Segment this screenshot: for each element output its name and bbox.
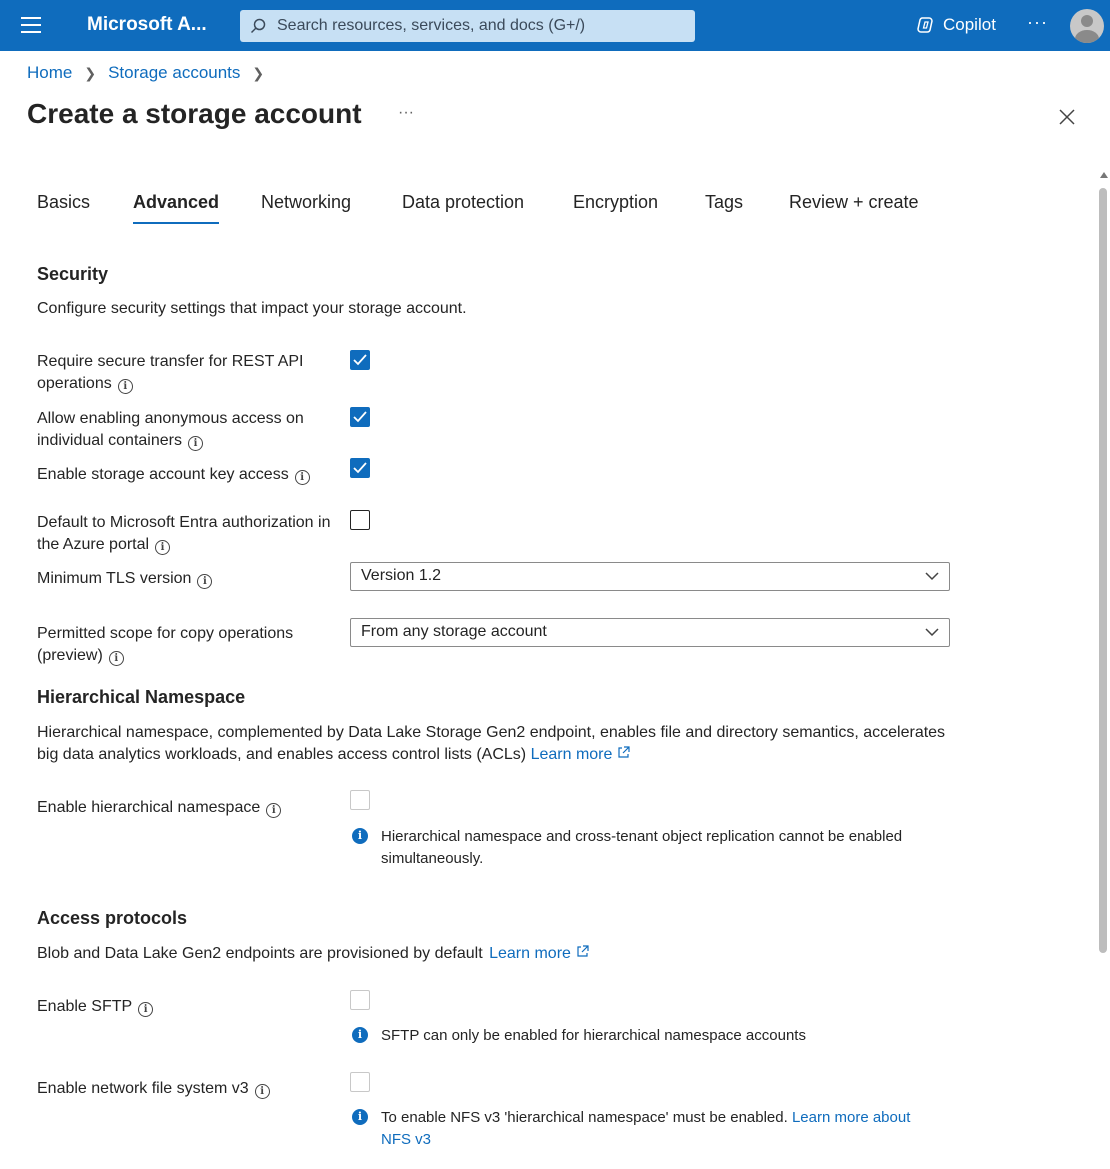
nfs-checkbox[interactable] bbox=[350, 1072, 370, 1092]
hns-learn-more-link[interactable]: Learn more bbox=[531, 746, 631, 763]
more-icon[interactable]: ··· bbox=[1027, 12, 1048, 33]
info-icon[interactable]: i bbox=[197, 574, 213, 589]
search-icon bbox=[250, 18, 266, 34]
info-icon[interactable]: i bbox=[138, 1002, 154, 1017]
tab-tags[interactable]: Tags bbox=[705, 192, 743, 213]
tab-basics[interactable]: Basics bbox=[37, 192, 90, 213]
info-icon[interactable]: i bbox=[266, 803, 282, 818]
protocols-heading: Access protocols bbox=[37, 908, 188, 928]
nfs-info-note: i To enable NFS v3 'hierarchical namespa… bbox=[352, 1107, 932, 1151]
page-title: Create a storage account bbox=[27, 98, 362, 129]
avatar[interactable] bbox=[1070, 9, 1104, 43]
breadcrumb-home[interactable]: Home bbox=[27, 63, 72, 83]
hns-description: Hierarchical namespace, complemented by … bbox=[37, 724, 946, 763]
tls-version-label: Minimum TLS version i bbox=[37, 568, 347, 590]
hns-heading: Hierarchical Namespace bbox=[37, 687, 246, 707]
info-icon[interactable]: i bbox=[155, 540, 171, 555]
search-input[interactable]: Search resources, services, and docs (G+… bbox=[277, 17, 585, 35]
copy-scope-select[interactable]: From any storage account bbox=[350, 618, 950, 647]
info-filled-icon: i bbox=[352, 1027, 368, 1043]
tab-encryption[interactable]: Encryption bbox=[573, 192, 658, 213]
external-link-icon bbox=[577, 945, 589, 957]
tab-advanced[interactable]: Advanced bbox=[133, 192, 220, 224]
top-bar: Microsoft A... Search resources, service… bbox=[0, 0, 1110, 51]
anonymous-access-label: Allow enabling anonymous access on indiv… bbox=[37, 410, 304, 451]
sftp-label: Enable SFTP i bbox=[37, 996, 347, 1018]
info-icon[interactable]: i bbox=[294, 470, 310, 485]
close-icon[interactable] bbox=[1058, 108, 1076, 126]
tab-data-protection[interactable]: Data protection bbox=[402, 192, 524, 213]
copilot-label: Copilot bbox=[943, 15, 996, 34]
anonymous-access-checkbox[interactable] bbox=[350, 407, 370, 427]
security-description: Configure security settings that impact … bbox=[37, 300, 467, 317]
copilot-icon bbox=[917, 17, 933, 33]
entra-default-checkbox[interactable] bbox=[350, 510, 370, 530]
nfs-label: Enable network file system v3 i bbox=[37, 1078, 347, 1100]
tls-version-value: Version 1.2 bbox=[361, 567, 442, 584]
info-icon[interactable]: i bbox=[117, 379, 133, 394]
external-link-icon bbox=[618, 746, 631, 758]
scroll-up-icon[interactable] bbox=[1100, 172, 1108, 178]
key-access-checkbox[interactable] bbox=[350, 458, 370, 478]
security-heading: Security bbox=[37, 264, 109, 284]
checkmark-icon bbox=[353, 354, 367, 366]
info-filled-icon: i bbox=[352, 1109, 368, 1125]
tls-version-select[interactable]: Version 1.2 bbox=[350, 562, 950, 591]
info-icon[interactable]: i bbox=[187, 436, 203, 451]
checkmark-icon bbox=[353, 462, 367, 474]
secure-transfer-label: Require secure transfer for REST API ope… bbox=[37, 353, 304, 394]
copilot-button[interactable]: Copilot bbox=[916, 13, 996, 37]
protocols-description: Blob and Data Lake Gen2 endpoints are pr… bbox=[37, 943, 589, 965]
key-access-label: Enable storage account key access i bbox=[37, 464, 347, 486]
chevron-right-icon: ❯ bbox=[252, 64, 265, 81]
sftp-checkbox[interactable] bbox=[350, 990, 370, 1010]
breadcrumb-storage-accounts[interactable]: Storage accounts bbox=[108, 63, 240, 83]
hns-info-note: i Hierarchical namespace and cross-tenan… bbox=[352, 826, 932, 870]
title-more-icon[interactable]: ··· bbox=[398, 104, 414, 122]
checkmark-icon bbox=[353, 411, 367, 423]
copy-scope-value: From any storage account bbox=[361, 623, 547, 640]
menu-icon[interactable] bbox=[21, 17, 41, 33]
sftp-info-note: i SFTP can only be enabled for hierarchi… bbox=[352, 1025, 932, 1047]
tab-networking[interactable]: Networking bbox=[261, 192, 351, 213]
search-box[interactable]: Search resources, services, and docs (G+… bbox=[240, 10, 695, 42]
hns-enable-label: Enable hierarchical namespace i bbox=[37, 797, 347, 819]
secure-transfer-checkbox[interactable] bbox=[350, 350, 370, 370]
info-icon[interactable]: i bbox=[254, 1084, 270, 1099]
copy-scope-label: Permitted scope for copy operations (pre… bbox=[37, 625, 294, 666]
chevron-down-icon bbox=[925, 572, 939, 581]
chevron-down-icon bbox=[925, 628, 939, 637]
protocols-learn-more-link[interactable]: Learn more bbox=[489, 945, 589, 962]
breadcrumb: Home ❯ Storage accounts ❯ bbox=[27, 63, 276, 83]
hns-enable-checkbox[interactable] bbox=[350, 790, 370, 810]
scrollbar-thumb[interactable] bbox=[1099, 188, 1107, 953]
tab-review-create[interactable]: Review + create bbox=[789, 192, 919, 213]
portal-brand[interactable]: Microsoft A... bbox=[87, 14, 207, 36]
entra-default-label: Default to Microsoft Entra authorization… bbox=[37, 514, 331, 555]
info-icon[interactable]: i bbox=[108, 651, 124, 666]
chevron-right-icon: ❯ bbox=[84, 64, 97, 81]
info-filled-icon: i bbox=[352, 828, 368, 844]
